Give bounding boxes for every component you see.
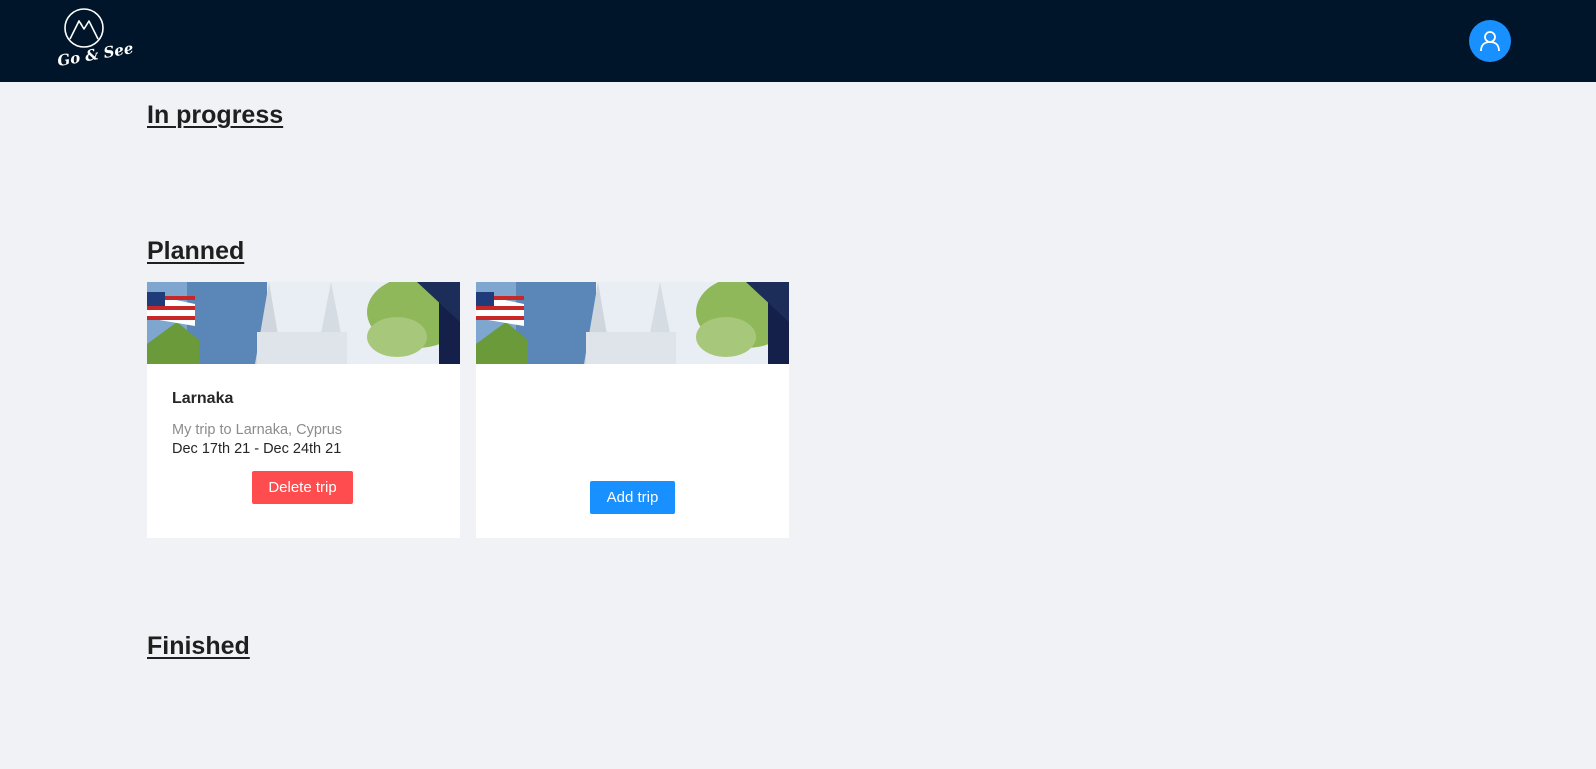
section-title-finished: Finished bbox=[147, 632, 250, 660]
add-trip-cover-image bbox=[476, 282, 789, 364]
go-and-see-logo[interactable]: Go & See bbox=[55, 6, 135, 78]
user-icon bbox=[1480, 31, 1500, 52]
trip-card: Larnaka My trip to Larnaka, Cyprus Dec 1… bbox=[147, 282, 460, 538]
user-avatar-button[interactable] bbox=[1469, 20, 1511, 62]
add-trip-card: Add trip bbox=[476, 282, 789, 538]
delete-trip-button[interactable]: Delete trip bbox=[252, 471, 353, 504]
section-title-in-progress: In progress bbox=[147, 101, 284, 129]
trip-cover-image bbox=[147, 282, 460, 364]
trip-description: My trip to Larnaka, Cyprus bbox=[172, 422, 343, 438]
trip-title: Larnaka bbox=[172, 390, 234, 407]
trip-dates: Dec 17th 21 - Dec 24th 21 bbox=[172, 441, 342, 457]
section-title-planned: Planned bbox=[147, 237, 245, 265]
add-trip-button[interactable]: Add trip bbox=[590, 481, 675, 514]
top-navbar: Go & See bbox=[0, 0, 1596, 82]
